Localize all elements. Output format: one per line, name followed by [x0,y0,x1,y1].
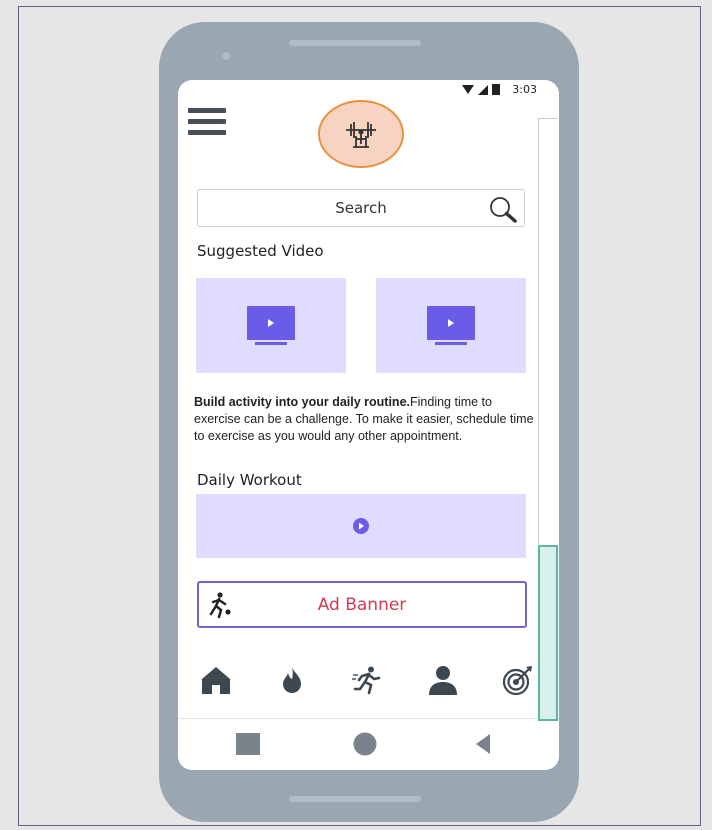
camera-icon [222,52,230,60]
video-play-icon [427,305,475,345]
search-input[interactable]: Search [197,189,525,227]
runner-icon [209,592,231,619]
video-thumbnail[interactable] [196,278,346,373]
status-time: 3:03 [512,83,537,96]
user-icon [428,666,457,695]
nav-activity[interactable] [347,660,387,700]
target-icon [502,666,532,696]
phone-screen: 3:03 Search Suggested Video Build activi… [178,80,559,770]
signal-icon [478,84,489,95]
nav-trending[interactable] [272,660,312,700]
nav-home[interactable] [196,660,236,700]
wifi-icon [462,84,475,94]
menu-button[interactable] [188,108,226,135]
tip-headline: Build activity into your daily routine. [194,395,410,409]
nav-goals[interactable] [498,660,538,700]
status-bar: 3:03 [462,83,537,96]
running-icon [352,666,381,695]
circle-icon[interactable] [352,732,378,756]
search-icon[interactable] [488,195,518,223]
speaker-grille [289,40,421,46]
menu-line [188,108,226,113]
workout-tip-text: Build activity into your daily routine.F… [194,394,534,445]
back-triangle-icon[interactable] [474,732,492,756]
home-icon [202,667,230,694]
video-thumbnail[interactable] [376,278,526,373]
search-label: Search [335,199,387,217]
barbell-icon [346,122,376,148]
menu-line [188,119,226,124]
square-icon[interactable] [235,732,261,756]
nav-profile[interactable] [423,660,463,700]
video-play-icon [247,305,295,345]
bottom-navigation [196,660,538,700]
daily-workout-video[interactable] [196,494,526,558]
flame-icon [282,667,301,693]
section-title-suggested: Suggested Video [197,242,324,260]
section-title-daily: Daily Workout [197,471,302,489]
app-logo [318,100,404,168]
ad-banner[interactable]: Ad Banner [197,581,527,628]
ad-banner-label: Ad Banner [317,594,407,615]
bottom-speaker-grille [289,796,421,802]
battery-icon [492,84,501,95]
play-icon[interactable] [352,517,370,535]
system-navigation-bar [178,719,559,770]
scrollbar-thumb[interactable] [538,545,558,721]
menu-line [188,130,226,135]
